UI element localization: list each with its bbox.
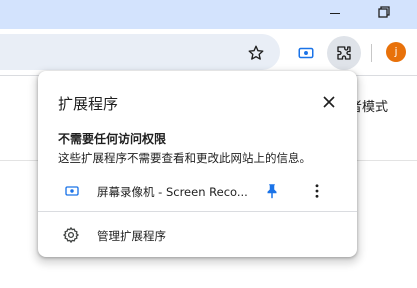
- extension-row[interactable]: 屏幕录像机 - Screen Reco...: [38, 175, 357, 207]
- toolbar-separator: [371, 44, 372, 62]
- popup-divider: [38, 211, 357, 212]
- popup-title: 扩展程序: [58, 95, 119, 113]
- extensions-popup: 扩展程序 不需要任何访问权限 这些扩展程序不需要查看和更改此网站上的信息。 屏幕…: [38, 71, 357, 257]
- close-icon[interactable]: [319, 92, 339, 112]
- screen-recorder-extension-icon[interactable]: [292, 39, 320, 67]
- extension-name: 屏幕录像机 - Screen Reco...: [97, 185, 248, 199]
- section-heading: 不需要任何访问权限: [58, 132, 167, 146]
- more-options-icon[interactable]: [308, 182, 326, 200]
- title-bar: [0, 0, 417, 29]
- profile-avatar[interactable]: j: [386, 42, 406, 62]
- address-bar[interactable]: [0, 34, 280, 70]
- section-description: 这些扩展程序不需要查看和更改此网站上的信息。: [58, 151, 311, 165]
- restore-icon[interactable]: [376, 4, 392, 20]
- bookmark-star-icon[interactable]: [242, 39, 270, 67]
- screen-recorder-icon: [65, 186, 79, 196]
- minimize-icon[interactable]: [330, 13, 340, 14]
- extensions-puzzle-icon[interactable]: [327, 36, 361, 70]
- gear-icon: [63, 227, 79, 243]
- browser-toolbar: j: [0, 29, 417, 76]
- manage-extensions-item[interactable]: 管理扩展程序: [38, 219, 357, 251]
- pin-icon[interactable]: [263, 182, 281, 200]
- manage-extensions-label: 管理扩展程序: [97, 229, 166, 243]
